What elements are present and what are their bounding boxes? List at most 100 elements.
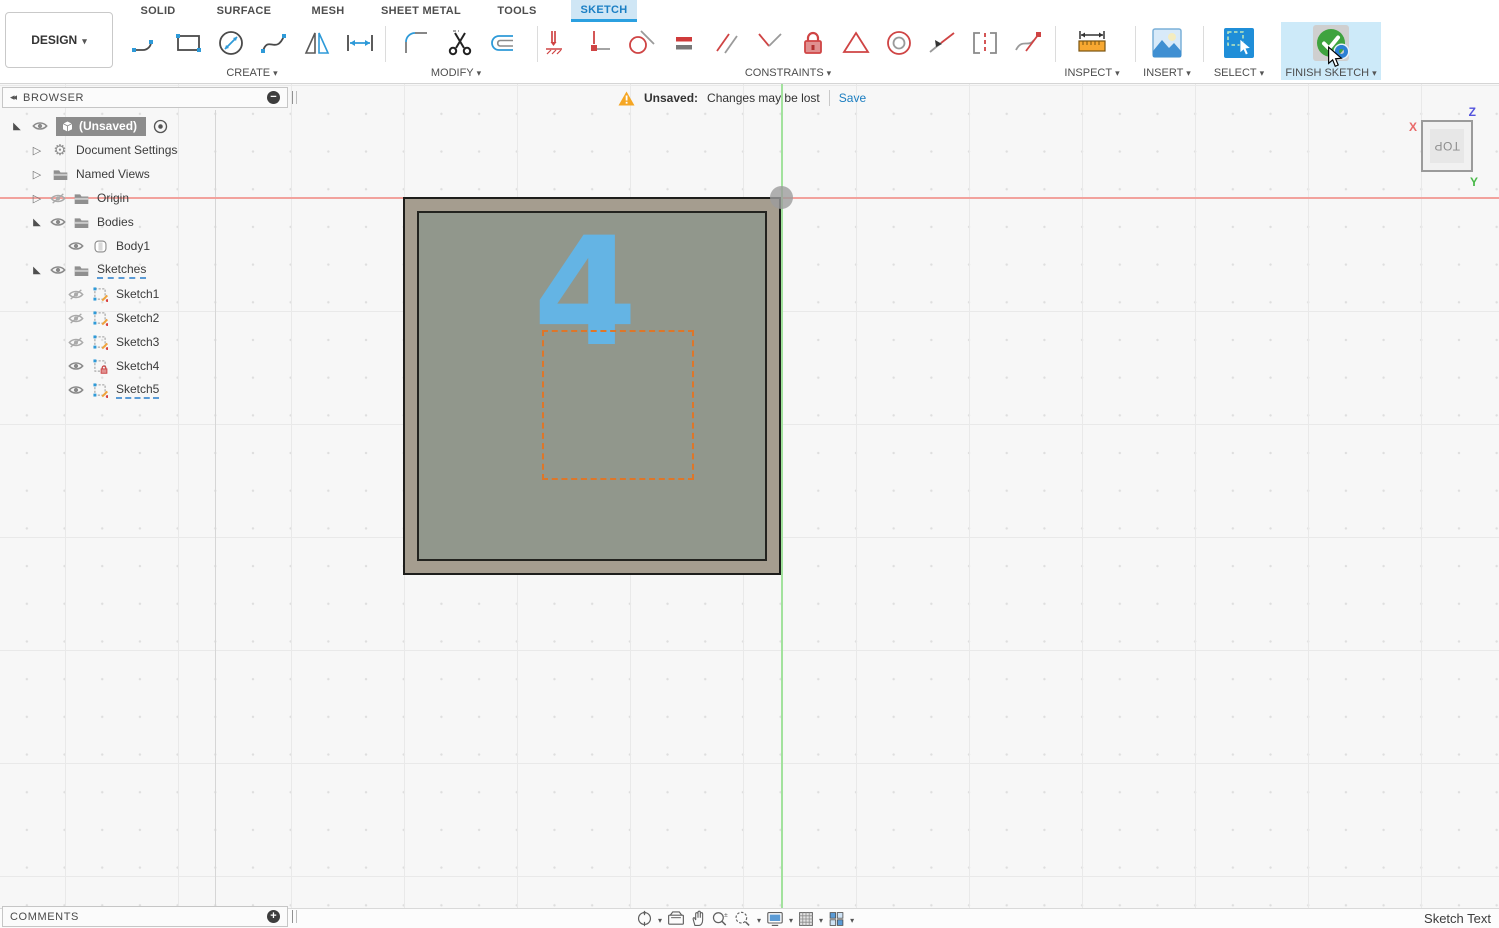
save-link[interactable]: Save	[839, 91, 866, 105]
constraint-curvature[interactable]	[1011, 26, 1045, 60]
constraint-concentric[interactable]	[882, 26, 916, 60]
constraint-collinear[interactable]	[925, 26, 959, 60]
tab-mesh[interactable]: MESH	[300, 0, 356, 22]
sketch-text-bounding-box[interactable]	[542, 330, 694, 480]
look-at-tool[interactable]	[667, 911, 685, 926]
constraint-parallel[interactable]	[710, 26, 744, 60]
tree-row-body1[interactable]: Body1	[0, 234, 300, 258]
eye-hidden-icon[interactable]	[68, 286, 84, 302]
tree-row-sketch1[interactable]: Sketch1	[0, 282, 300, 306]
sketch-offset-tool[interactable]	[484, 26, 518, 60]
constraints-group-dropdown[interactable]: CONSTRAINTS	[718, 66, 858, 80]
tree-row-document-settings[interactable]: ▷ ⚙ Document Settings	[0, 138, 300, 162]
select-tool[interactable]	[1222, 26, 1256, 60]
tree-row-bodies[interactable]: ◣ Bodies	[0, 210, 300, 234]
tree-item-label[interactable]: Named Views	[76, 167, 150, 181]
eye-visible-icon[interactable]	[50, 214, 66, 230]
constraint-tangent[interactable]	[624, 26, 658, 60]
viewports-tool[interactable]	[828, 911, 845, 927]
browser-minimize-icon[interactable]: −	[267, 91, 280, 104]
sketch-fillet-tool[interactable]	[400, 26, 434, 60]
sketch-rectangle-tool[interactable]	[171, 26, 205, 60]
tree-row-sketch2[interactable]: Sketch2	[0, 306, 300, 330]
sketch-trim-tool[interactable]	[443, 26, 477, 60]
view-cube-top-face[interactable]: TOP	[1430, 129, 1464, 163]
eye-visible-icon[interactable]	[68, 238, 84, 254]
comments-panel-grip[interactable]	[292, 910, 297, 923]
tree-item-label[interactable]: Sketch5	[116, 382, 159, 399]
tab-tools[interactable]: TOOLS	[485, 0, 549, 22]
sketch-circle-tool[interactable]	[214, 26, 248, 60]
tree-row-origin[interactable]: ▷ Origin	[0, 186, 300, 210]
eye-visible-icon[interactable]	[68, 358, 84, 374]
tree-item-label[interactable]: Sketch1	[116, 287, 159, 301]
constraint-fix-unfix[interactable]	[796, 26, 830, 60]
radio-activate-icon[interactable]	[152, 118, 168, 134]
tree-row-sketches[interactable]: ◣ Sketches	[0, 258, 300, 282]
tab-surface[interactable]: SURFACE	[203, 0, 285, 22]
tree-item-label[interactable]: Sketch2	[116, 311, 159, 325]
constraint-coincident[interactable]	[581, 26, 615, 60]
tree-row-named-views[interactable]: ▷ Named Views	[0, 162, 300, 186]
collapsed-arrow-icon[interactable]: ▷	[30, 144, 44, 157]
eye-visible-icon[interactable]	[68, 382, 84, 398]
viewports-dropdown-icon[interactable]	[850, 910, 854, 928]
zoom-dropdown-icon[interactable]	[757, 910, 761, 928]
constraint-symmetry[interactable]	[968, 26, 1002, 60]
tree-item-label[interactable]: Origin	[97, 191, 129, 205]
tree-item-label[interactable]: Sketch3	[116, 335, 159, 349]
eye-hidden-icon[interactable]	[68, 334, 84, 350]
zoom-tool[interactable]: ±	[711, 910, 729, 927]
constraint-midpoint[interactable]	[839, 26, 873, 60]
constraint-perpendicular[interactable]	[753, 26, 787, 60]
sketch-dimension-tool[interactable]	[343, 26, 377, 60]
tree-row-sketch5[interactable]: Sketch5	[0, 378, 300, 402]
tree-row-sketch4[interactable]: Sketch4	[0, 354, 300, 378]
tree-item-label[interactable]: Sketch4	[116, 359, 159, 373]
tree-row-sketch3[interactable]: Sketch3	[0, 330, 300, 354]
orbit-tool[interactable]	[636, 910, 653, 927]
expand-icon[interactable]: ◣	[30, 217, 44, 228]
orbit-dropdown-icon[interactable]	[658, 910, 662, 928]
create-group-dropdown[interactable]: CREATE	[192, 66, 312, 80]
grid-settings-tool[interactable]	[798, 911, 814, 927]
sketch-line-tool[interactable]	[128, 26, 162, 60]
browser-panel-grip[interactable]	[292, 91, 297, 104]
select-group-dropdown[interactable]: SELECT	[1199, 66, 1279, 80]
inspect-group-dropdown[interactable]: INSPECT	[1052, 66, 1132, 80]
tree-item-label[interactable]: Body1	[116, 239, 150, 253]
finish-sketch-dropdown[interactable]: FINISH SKETCH	[1283, 66, 1379, 80]
expand-icon[interactable]: ◣	[30, 265, 44, 276]
tree-item-label[interactable]: Bodies	[97, 215, 134, 229]
origin-point[interactable]	[770, 186, 793, 209]
modify-group-dropdown[interactable]: MODIFY	[396, 66, 516, 80]
sketch-spline-tool[interactable]	[257, 26, 291, 60]
inspect-measure-tool[interactable]	[1075, 26, 1109, 60]
comments-add-icon[interactable]: +	[267, 910, 280, 923]
fit-zoom-window-tool[interactable]	[734, 910, 752, 927]
eye-visible-icon[interactable]	[50, 262, 66, 278]
insert-group-dropdown[interactable]: INSERT	[1127, 66, 1207, 80]
eye-hidden-icon[interactable]	[50, 190, 66, 206]
tab-sheet-metal[interactable]: SHEET METAL	[372, 0, 470, 22]
display-settings-tool[interactable]	[766, 911, 784, 927]
insert-image-tool[interactable]	[1150, 26, 1184, 60]
tree-item-label[interactable]: Sketches	[97, 262, 146, 279]
tree-row-document[interactable]: ◣ (Unsaved)	[0, 114, 300, 138]
tab-solid[interactable]: SOLID	[130, 0, 186, 22]
expand-icon[interactable]: ◣	[10, 121, 24, 132]
pan-tool[interactable]	[690, 910, 706, 927]
browser-panel-header[interactable]: ◂◂ BROWSER −	[2, 87, 288, 108]
collapsed-arrow-icon[interactable]: ▷	[30, 168, 44, 181]
tree-item-label[interactable]: Document Settings	[76, 143, 177, 157]
eye-hidden-icon[interactable]	[68, 310, 84, 326]
sketch-mirror-tool[interactable]	[300, 26, 334, 60]
constraint-horizontal-vertical[interactable]	[538, 26, 572, 60]
constraint-equal[interactable]	[667, 26, 701, 60]
tab-sketch[interactable]: SKETCH	[571, 0, 637, 22]
collapsed-arrow-icon[interactable]: ▷	[30, 192, 44, 205]
design-workspace-menu[interactable]: DESIGN	[5, 12, 113, 68]
active-document-chip[interactable]: (Unsaved)	[56, 117, 146, 136]
grid-dropdown-icon[interactable]	[819, 910, 823, 928]
display-dropdown-icon[interactable]	[789, 910, 793, 928]
